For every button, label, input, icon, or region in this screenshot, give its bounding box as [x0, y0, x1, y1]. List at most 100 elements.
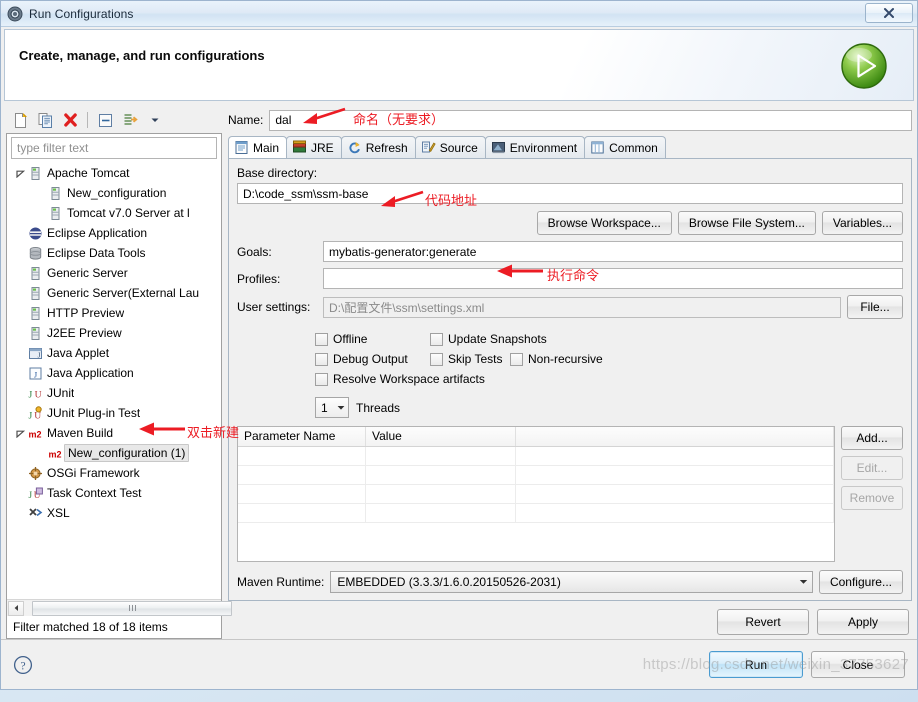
threads-value: 1	[321, 400, 328, 415]
variables-button[interactable]: Variables...	[821, 211, 903, 235]
table-row[interactable]	[238, 466, 834, 485]
tree-item-generic-server-external-lau[interactable]: Generic Server(External Lau	[7, 283, 221, 303]
tree-item-label: Maven Build	[47, 426, 114, 440]
run-button[interactable]: Run	[709, 651, 803, 678]
checkbox-offline[interactable]: Offline	[315, 332, 430, 346]
checkbox-label-non-recursive: Non-recursive	[528, 352, 603, 366]
profiles-input[interactable]	[323, 268, 903, 289]
tree-item-label: Generic Server(External Lau	[47, 286, 200, 300]
duplicate-button[interactable]	[34, 109, 56, 131]
checkbox-box-resolve-workspace-artifacts[interactable]	[315, 372, 328, 386]
filter-arrow-icon[interactable]	[119, 109, 141, 131]
goals-input[interactable]: mybatis-generator:generate	[323, 241, 903, 262]
new-configuration-button[interactable]	[9, 109, 31, 131]
dialog-body: type filter text Apache Tomcat New_config…	[1, 101, 917, 639]
tree-item-j2ee-preview[interactable]: J2EE Preview	[7, 323, 221, 343]
revert-button[interactable]: Revert	[717, 609, 809, 635]
checkbox-box-skip-tests[interactable]	[430, 352, 443, 366]
run-config-icon	[7, 6, 23, 22]
java-application-icon: J	[27, 366, 43, 381]
tree-item-apache-tomcat[interactable]: Apache Tomcat	[7, 163, 221, 183]
tree-item-generic-server[interactable]: Generic Server	[7, 263, 221, 283]
tab-folder: Main JRE Refresh Source Environment Common Ba…	[228, 136, 912, 601]
checkbox-debug-output[interactable]: Debug Output	[315, 352, 430, 366]
parameters-table-body[interactable]	[238, 447, 834, 561]
common-tab-icon	[590, 140, 605, 155]
tree-item-maven-build[interactable]: m2 Maven Build	[7, 423, 221, 443]
help-question-icon[interactable]: ?	[13, 655, 33, 675]
junit-icon: JU	[27, 386, 43, 401]
tree-item-junit-plug-in-test[interactable]: J U JUnit Plug-in Test	[7, 403, 221, 423]
tree-item-http-preview[interactable]: HTTP Preview	[7, 303, 221, 323]
checkbox-skip-tests[interactable]: Skip Tests	[430, 352, 510, 366]
tree-item-eclipse-application[interactable]: Eclipse Application	[7, 223, 221, 243]
tree-item-label: Eclipse Application	[47, 226, 148, 240]
scroll-thumb[interactable]	[32, 600, 232, 616]
tree-item-task-context-test[interactable]: J U Task Context Test	[7, 483, 221, 503]
filter-input[interactable]: type filter text	[11, 137, 217, 159]
tree-item-label: Java Application	[47, 366, 134, 380]
tree-item-junit[interactable]: J U JUnit	[7, 383, 221, 403]
maven-runtime-dropdown[interactable]: EMBEDDED (3.3.3/1.6.0.20150526-2031)	[330, 571, 813, 593]
browse-file-system-button[interactable]: Browse File System...	[677, 211, 816, 235]
browse-buttons-row: Browse Workspace... Browse File System..…	[237, 211, 903, 235]
user-settings-input[interactable]: D:\配置文件\ssm\settings.xml	[323, 296, 841, 318]
tab-main[interactable]: Main	[228, 136, 288, 158]
tree-item-java-applet[interactable]: J Java Applet	[7, 343, 221, 363]
tab-jre[interactable]: JRE	[286, 136, 342, 158]
tree-item-osgi-framework[interactable]: OSGi Framework	[7, 463, 221, 483]
parameters-table[interactable]: Parameter Name Value	[237, 426, 835, 562]
configurations-tree[interactable]: Apache Tomcat New_configuration Tomcat v7.…	[7, 159, 221, 599]
tree-item-new-configuration[interactable]: New_configuration	[7, 183, 221, 203]
checkbox-resolve-workspace-artifacts[interactable]: Resolve Workspace artifacts	[315, 372, 485, 386]
parameters-buttons: Add... Edit... Remove	[841, 426, 903, 562]
chevron-down-icon[interactable]	[144, 109, 166, 131]
tree-item-xsl[interactable]: XSL	[7, 503, 221, 523]
column-header-extra	[516, 427, 834, 446]
close-dialog-button[interactable]: Close	[811, 651, 905, 678]
server-icon	[27, 306, 43, 321]
chevron-down-icon	[337, 405, 345, 410]
close-button[interactable]	[865, 3, 913, 23]
table-row[interactable]	[238, 485, 834, 504]
add-parameter-button[interactable]: Add...	[841, 426, 903, 450]
file-button[interactable]: File...	[847, 295, 903, 319]
scroll-track[interactable]	[24, 600, 232, 616]
tab-common[interactable]: Common	[584, 136, 666, 158]
tree-twisty-expanded-icon[interactable]	[13, 169, 27, 178]
tab-strip: Main JRE Refresh Source Environment Common	[228, 136, 912, 159]
checkbox-box-update-snapshots[interactable]	[430, 332, 443, 346]
table-row[interactable]	[238, 447, 834, 466]
tree-toolbar	[6, 107, 222, 133]
checkbox-box-debug-output[interactable]	[315, 352, 328, 366]
collapse-all-icon[interactable]	[94, 109, 116, 131]
tree-item-eclipse-data-tools[interactable]: Eclipse Data Tools	[7, 243, 221, 263]
window-title: Run Configurations	[29, 6, 134, 21]
tab-refresh[interactable]: Refresh	[340, 136, 416, 158]
configure-maven-button[interactable]: Configure...	[818, 570, 903, 594]
table-row[interactable]	[238, 504, 834, 523]
m2-icon: m2	[27, 426, 43, 441]
tree-item-java-application[interactable]: J Java Application	[7, 363, 221, 383]
tab-environment[interactable]: Environment	[484, 136, 586, 158]
tree-horizontal-scrollbar[interactable]	[7, 599, 232, 616]
checkbox-box-non-recursive[interactable]	[510, 352, 523, 366]
browse-workspace-button[interactable]: Browse Workspace...	[536, 211, 672, 235]
checkbox-non-recursive[interactable]: Non-recursive	[510, 352, 603, 366]
configurations-pane: type filter text Apache Tomcat New_config…	[6, 107, 232, 639]
checkbox-box-offline[interactable]	[315, 332, 328, 346]
title-bar: Run Configurations	[1, 1, 917, 27]
threads-dropdown[interactable]: 1	[315, 397, 349, 418]
tree-twisty-expanded-icon[interactable]	[13, 429, 27, 438]
options-checkbox-grid: Offline Update Snapshots Debug Output Sk…	[315, 329, 903, 389]
tree-item-new-configuration-1[interactable]: m2 New_configuration (1)	[7, 443, 221, 463]
checkbox-update-snapshots[interactable]: Update Snapshots	[430, 332, 547, 346]
red-x-icon[interactable]	[59, 109, 81, 131]
tab-source[interactable]: Source	[414, 136, 486, 158]
apply-button[interactable]: Apply	[817, 609, 909, 635]
name-input[interactable]: dal	[269, 109, 912, 131]
base-directory-input[interactable]: D:\code_ssm\ssm-base	[237, 183, 903, 204]
scroll-left-arrow[interactable]	[8, 600, 24, 616]
tree-item-tomcat-v7-0-server-at-l[interactable]: Tomcat v7.0 Server at l	[7, 203, 221, 223]
environment-tab-icon	[491, 140, 506, 155]
